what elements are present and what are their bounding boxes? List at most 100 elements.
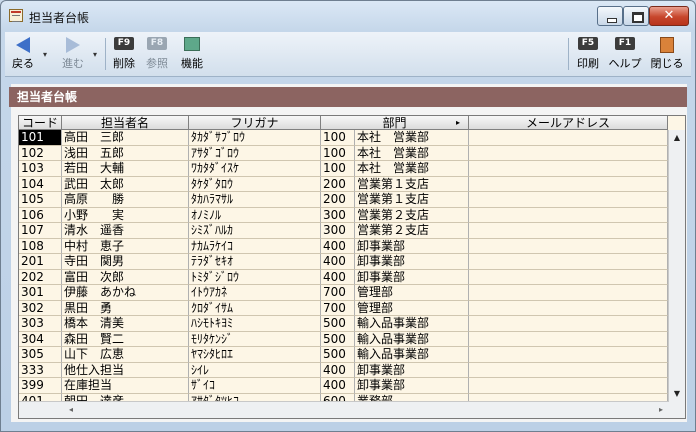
cell-dept-name[interactable]: 輸入品事業部 xyxy=(355,347,469,363)
cell-dept-name[interactable]: 管理部 xyxy=(355,285,469,301)
cell-dept-code[interactable]: 400 xyxy=(321,362,355,378)
scroll-right-icon[interactable]: ▸ xyxy=(653,402,669,418)
cell-dept-code[interactable]: 300 xyxy=(321,207,355,223)
cell-dept-name[interactable]: 本社 営業部 xyxy=(355,130,469,146)
cell-dept-code[interactable]: 500 xyxy=(321,316,355,332)
cell-name[interactable]: 山下 広恵 xyxy=(62,347,189,363)
cell-furigana[interactable]: ﾅｶﾑﾗｹｲｺ xyxy=(189,238,321,254)
cell-dept-code[interactable]: 700 xyxy=(321,285,355,301)
cell-dept-name[interactable]: 本社 営業部 xyxy=(355,145,469,161)
back-dropdown-icon[interactable]: ▾ xyxy=(43,50,47,59)
cell-dept-name[interactable]: 卸事業部 xyxy=(355,238,469,254)
cell-name[interactable]: 浅田 五郎 xyxy=(62,145,189,161)
cell-email[interactable] xyxy=(469,223,668,239)
cell-dept-code[interactable]: 400 xyxy=(321,269,355,285)
forward-button[interactable]: 進む xyxy=(55,35,91,73)
print-button[interactable]: F5 印刷 xyxy=(572,35,604,73)
cell-code[interactable]: 107 xyxy=(19,223,62,239)
data-grid[interactable]: コード 担当者名 フリガナ 部門 ▸ メールアドレス 101 高田 三郎 ﾀｶﾀﾞｻﾌ… xyxy=(18,115,686,419)
cell-dept-name[interactable]: 卸事業部 xyxy=(355,269,469,285)
cell-code[interactable]: 102 xyxy=(19,145,62,161)
vertical-scrollbar[interactable]: ▲ ▼ xyxy=(668,130,685,402)
cell-furigana[interactable]: ｼﾐｽﾞﾊﾙｶ xyxy=(189,223,321,239)
title-bar[interactable]: 担当者台帳 ✕ xyxy=(1,1,695,31)
function-button[interactable]: 機能 xyxy=(175,35,209,73)
cell-email[interactable] xyxy=(469,362,668,378)
cell-dept-code[interactable]: 400 xyxy=(321,238,355,254)
cell-dept-name[interactable]: 管理部 xyxy=(355,300,469,316)
cell-name[interactable]: 橋本 清美 xyxy=(62,316,189,332)
cell-dept-code[interactable]: 500 xyxy=(321,331,355,347)
cell-dept-code[interactable]: 400 xyxy=(321,254,355,270)
table-row[interactable]: 107 清水 遥香 ｼﾐｽﾞﾊﾙｶ 300 営業第２支店 xyxy=(19,223,668,239)
table-row[interactable]: 102 浅田 五郎 ｱｻﾀﾞｺﾞﾛｳ 100 本社 営業部 xyxy=(19,145,668,161)
back-button[interactable]: 戻る xyxy=(7,35,39,73)
cell-furigana[interactable]: ﾀｹﾀﾞﾀﾛｳ xyxy=(189,176,321,192)
cell-code[interactable]: 201 xyxy=(19,254,62,270)
cell-email[interactable] xyxy=(469,145,668,161)
cell-furigana[interactable]: ｼｲﾚ xyxy=(189,362,321,378)
cell-dept-name[interactable]: 卸事業部 xyxy=(355,362,469,378)
header-furigana[interactable]: フリガナ xyxy=(189,116,321,130)
cell-name[interactable]: 黒田 勇 xyxy=(62,300,189,316)
cell-name[interactable]: 武田 太郎 xyxy=(62,176,189,192)
table-row[interactable]: 305 山下 広恵 ﾔﾏｼﾀﾋﾛｴ 500 輸入品事業部 xyxy=(19,347,668,363)
cell-name[interactable]: 小野 実 xyxy=(62,207,189,223)
cell-dept-name[interactable]: 本社 営業部 xyxy=(355,161,469,177)
cell-dept-name[interactable]: 卸事業部 xyxy=(355,254,469,270)
cell-email[interactable] xyxy=(469,347,668,363)
cell-dept-name[interactable]: 輸入品事業部 xyxy=(355,316,469,332)
cell-name[interactable]: 伊藤 あかね xyxy=(62,285,189,301)
cell-name[interactable]: 森田 賢二 xyxy=(62,331,189,347)
header-name[interactable]: 担当者名 xyxy=(62,116,189,130)
cell-name[interactable]: 中村 恵子 xyxy=(62,238,189,254)
cell-code[interactable]: 108 xyxy=(19,238,62,254)
cell-email[interactable] xyxy=(469,254,668,270)
scroll-left-icon[interactable]: ◂ xyxy=(63,402,79,418)
cell-dept-name[interactable]: 営業第１支店 xyxy=(355,176,469,192)
cell-furigana[interactable]: ｱｻﾀﾞｺﾞﾛｳ xyxy=(189,145,321,161)
table-row[interactable]: 108 中村 恵子 ﾅｶﾑﾗｹｲｺ 400 卸事業部 xyxy=(19,238,668,254)
cell-dept-name[interactable]: 輸入品事業部 xyxy=(355,331,469,347)
cell-code[interactable]: 303 xyxy=(19,316,62,332)
help-button[interactable]: F1 ヘルプ xyxy=(606,35,644,73)
cell-email[interactable] xyxy=(469,269,668,285)
cell-furigana[interactable]: ﾊｼﾓﾄｷﾖﾐ xyxy=(189,316,321,332)
table-row[interactable]: 202 富田 次郎 ﾄﾐﾀﾞｼﾞﾛｳ 400 卸事業部 xyxy=(19,269,668,285)
scroll-down-icon[interactable]: ▼ xyxy=(669,386,685,402)
table-row[interactable]: 302 黒田 勇ｸﾛﾀﾞｲｻﾑ 700 管理部 xyxy=(19,300,668,316)
cell-furigana[interactable]: ｻﾞｲｺ xyxy=(189,378,321,394)
close-window-button[interactable]: ✕ xyxy=(649,6,689,26)
cell-furigana[interactable]: ﾀｶﾀﾞｻﾌﾞﾛｳ xyxy=(189,130,321,146)
table-row[interactable]: 201 寺田 関男 ﾃﾗﾀﾞｾｷｵ 400 卸事業部 xyxy=(19,254,668,270)
cell-name[interactable]: 在庫担当 xyxy=(62,378,189,394)
cell-dept-code[interactable]: 500 xyxy=(321,347,355,363)
cell-name[interactable]: 富田 次郎 xyxy=(62,269,189,285)
table-row[interactable]: 333 他仕入担当 ｼｲﾚ 400 卸事業部 xyxy=(19,362,668,378)
close-button[interactable]: 閉じる xyxy=(647,35,687,73)
cell-code[interactable]: 305 xyxy=(19,347,62,363)
table-row[interactable]: 399 在庫担当 ｻﾞｲｺ 400 卸事業部 xyxy=(19,378,668,394)
cell-email[interactable] xyxy=(469,331,668,347)
cell-name[interactable]: 高田 三郎 xyxy=(62,130,189,146)
cell-furigana[interactable]: ﾄﾐﾀﾞｼﾞﾛｳ xyxy=(189,269,321,285)
table-row[interactable]: 303 橋本 清美 ﾊｼﾓﾄｷﾖﾐ 500 輸入品事業部 xyxy=(19,316,668,332)
cell-code[interactable]: 399 xyxy=(19,378,62,394)
table-row[interactable]: 101 高田 三郎 ﾀｶﾀﾞｻﾌﾞﾛｳ 100 本社 営業部 xyxy=(19,130,668,146)
table-row[interactable]: 304 森田 賢二 ﾓﾘﾀｹﾝｼﾞ 500 輸入品事業部 xyxy=(19,331,668,347)
cell-name[interactable]: 清水 遥香 xyxy=(62,223,189,239)
cell-name[interactable]: 他仕入担当 xyxy=(62,362,189,378)
forward-dropdown-icon[interactable]: ▾ xyxy=(93,50,97,59)
cell-email[interactable] xyxy=(469,238,668,254)
table-row[interactable]: 105 高原 勝ﾀｶﾊﾗﾏｻﾙ 200 営業第１支店 xyxy=(19,192,668,208)
cell-dept-code[interactable]: 400 xyxy=(321,378,355,394)
cell-code[interactable]: 202 xyxy=(19,269,62,285)
cell-dept-code[interactable]: 100 xyxy=(321,145,355,161)
table-row[interactable]: 104 武田 太郎 ﾀｹﾀﾞﾀﾛｳ 200 営業第１支店 xyxy=(19,176,668,192)
cell-code[interactable]: 103 xyxy=(19,161,62,177)
cell-email[interactable] xyxy=(469,161,668,177)
cell-email[interactable] xyxy=(469,207,668,223)
cell-furigana[interactable]: ﾀｶﾊﾗﾏｻﾙ xyxy=(189,192,321,208)
cell-email[interactable] xyxy=(469,316,668,332)
cell-furigana[interactable]: ｵﾉﾐﾉﾙ xyxy=(189,207,321,223)
